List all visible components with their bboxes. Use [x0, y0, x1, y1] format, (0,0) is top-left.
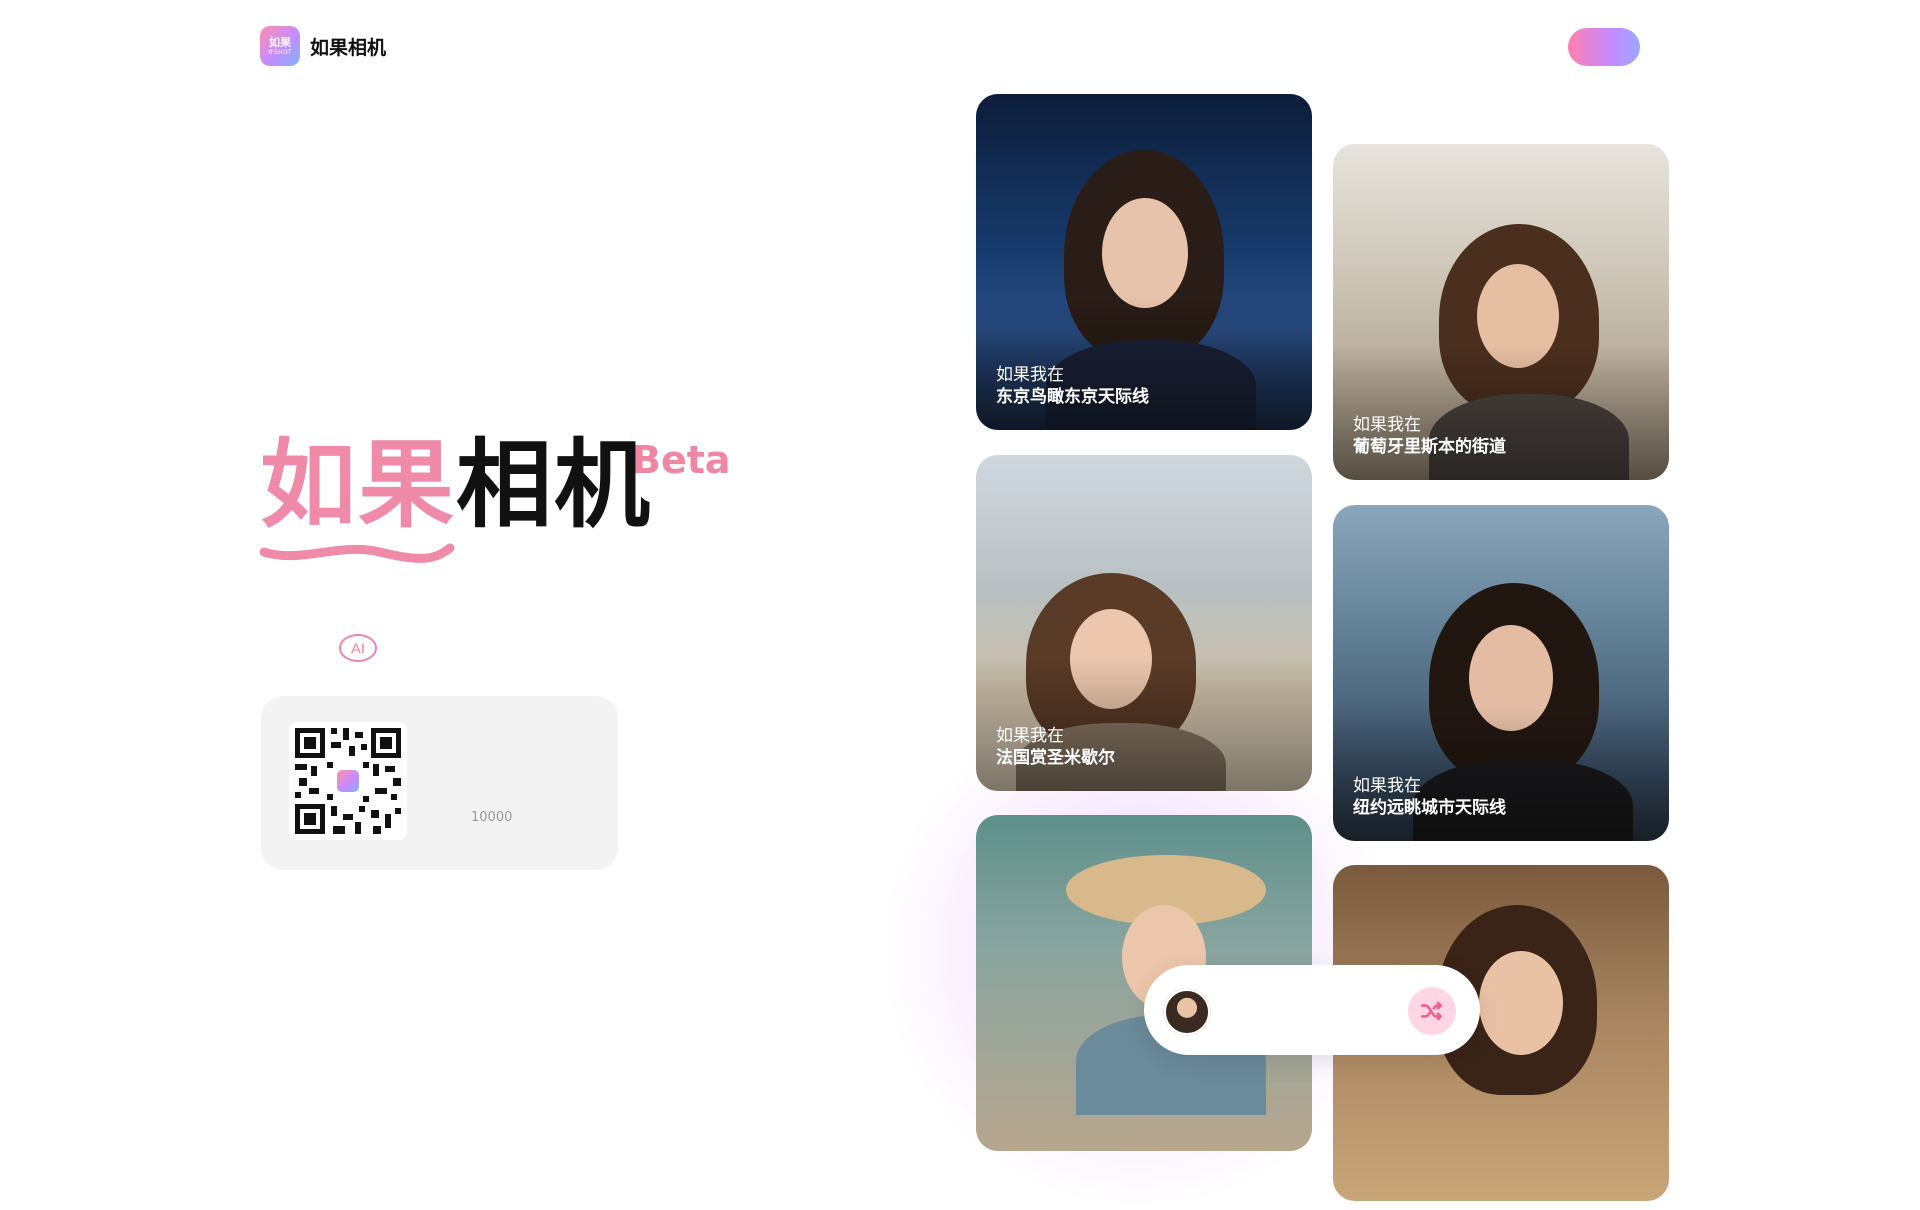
floating-action-bar	[1144, 965, 1480, 1055]
qr-code-icon	[289, 722, 407, 840]
qr-card: 10000	[261, 696, 618, 870]
gallery-card-lisbon[interactable]: 如果我在 葡萄牙里斯本的街道	[1333, 144, 1669, 480]
card-shade	[1333, 345, 1669, 480]
gallery-card-new-york[interactable]: 如果我在 纽约远眺城市天际线	[1333, 505, 1669, 841]
card-caption: 如果我在 法国赏圣米歇尔	[996, 726, 1115, 768]
app-name: 如果相机	[310, 36, 387, 59]
shuffle-button[interactable]	[1408, 987, 1456, 1035]
hero-title: 如果相机	[260, 429, 652, 541]
user-count: 10000	[471, 810, 513, 825]
gallery-card-tokyo[interactable]: 如果我在 东京鸟瞰东京天际线	[976, 94, 1312, 430]
svg-text:AI: AI	[351, 641, 365, 658]
card-caption: 如果我在 东京鸟瞰东京天际线	[996, 365, 1149, 407]
gallery-card-mont-saint-michel[interactable]: 如果我在 法国赏圣米歇尔	[976, 455, 1312, 791]
beta-badge: Beta	[632, 438, 731, 482]
card-caption: 如果我在 葡萄牙里斯本的街道	[1353, 415, 1506, 457]
header-action-button[interactable]	[1568, 28, 1640, 66]
hero: 如果相机 Beta	[260, 430, 780, 570]
card-shade	[976, 295, 1312, 430]
shuffle-icon	[1420, 1001, 1442, 1021]
card-caption: 如果我在 纽约远眺城市天际线	[1353, 776, 1506, 818]
avatar[interactable]	[1164, 989, 1210, 1035]
ai-icon: AI	[338, 632, 378, 664]
app-logo-icon: 如果 IFSHOT	[260, 26, 300, 66]
card-shade	[976, 656, 1312, 791]
swoosh-underline-icon	[260, 543, 455, 563]
logo[interactable]: 如果 IFSHOT 如果相机	[260, 26, 386, 66]
card-shade	[1333, 706, 1669, 841]
